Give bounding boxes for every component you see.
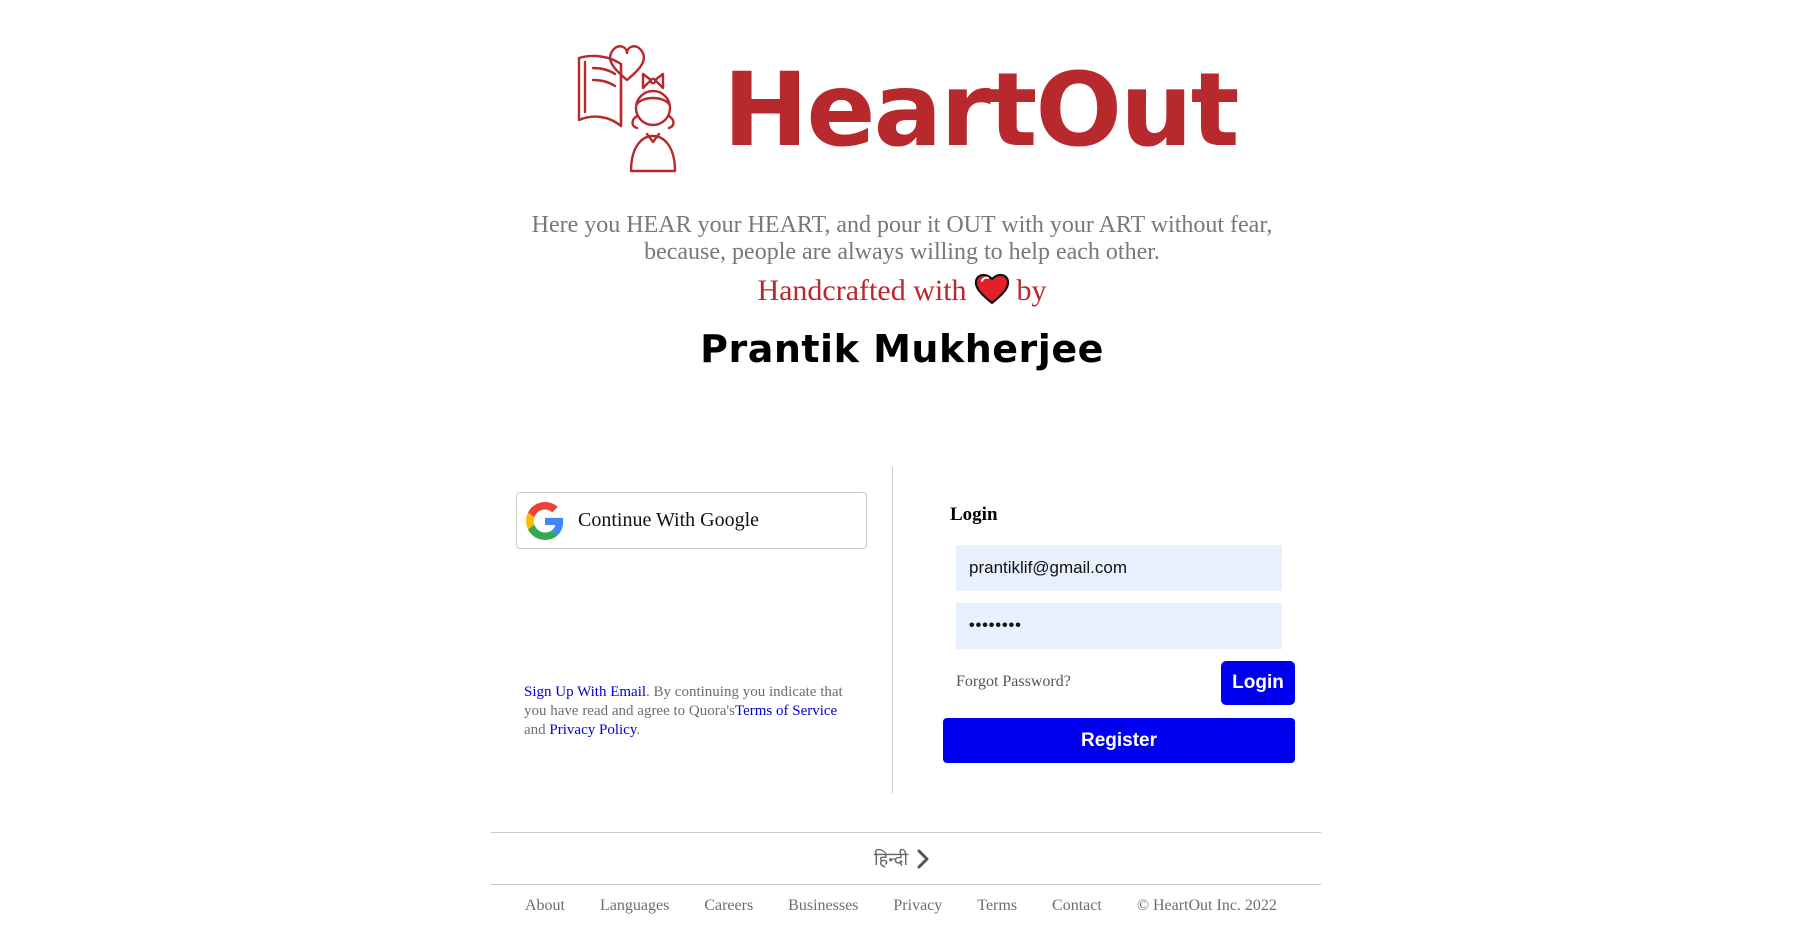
- column-divider: [892, 467, 893, 793]
- footer-link-contact[interactable]: Contact: [1052, 897, 1102, 915]
- footer-link-businesses[interactable]: Businesses: [788, 897, 858, 915]
- login-button[interactable]: Login: [1221, 661, 1295, 705]
- author-name: Prantik Mukherjee: [700, 327, 1104, 371]
- continue-with-google-button[interactable]: Continue With Google: [516, 492, 867, 549]
- forgot-password-link[interactable]: Forgot Password?: [956, 673, 1071, 691]
- signup-terms-note: Sign Up With Email. By continuing you in…: [524, 683, 854, 740]
- tagline: Here you HEAR your HEART, and pour it OU…: [500, 212, 1304, 266]
- footer-link-languages[interactable]: Languages: [600, 897, 669, 915]
- login-heading: Login: [950, 504, 998, 525]
- footer-link-terms[interactable]: Terms: [977, 897, 1017, 915]
- register-button[interactable]: Register: [943, 718, 1295, 763]
- google-button-label: Continue With Google: [578, 509, 760, 531]
- terms-of-service-link[interactable]: Terms of Service: [735, 703, 837, 719]
- tagline-line-2: because, people are always willing to he…: [644, 239, 1160, 265]
- footer-link-about[interactable]: About: [525, 897, 565, 915]
- brand-logo: HeartOut: [575, 38, 1255, 173]
- privacy-policy-link[interactable]: Privacy Policy: [549, 722, 636, 738]
- signup-with-email-link[interactable]: Sign Up With Email: [524, 684, 646, 700]
- brand-wordmark: HeartOut: [723, 51, 1240, 170]
- footer-divider-bottom: [491, 884, 1321, 885]
- footer-link-careers[interactable]: Careers: [704, 897, 753, 915]
- footer-links: About Languages Careers Businesses Priva…: [525, 897, 1277, 915]
- heart-icon: [974, 273, 1009, 305]
- handcrafted-suffix: by: [1016, 274, 1047, 307]
- footer-link-privacy[interactable]: Privacy: [893, 897, 942, 915]
- footer-divider-top: [491, 832, 1321, 833]
- password-field[interactable]: ••••••••: [956, 603, 1282, 649]
- google-icon: [526, 501, 564, 540]
- handcrafted-line: Handcrafted with by: [700, 272, 1104, 309]
- language-switch[interactable]: हिन्दी: [850, 845, 954, 873]
- terms-text-end: .: [636, 722, 641, 738]
- terms-text-and: and: [524, 722, 550, 738]
- tagline-line-1: Here you HEAR your HEART, and pour it OU…: [531, 212, 1273, 238]
- handcrafted-prefix: Handcrafted with: [757, 274, 967, 307]
- chevron-right-icon: [916, 849, 930, 869]
- footer-copyright: © HeartOut Inc. 2022: [1136, 897, 1277, 914]
- language-label: हिन्दी: [873, 849, 908, 870]
- heart-book-girl-icon: [577, 45, 677, 173]
- email-field[interactable]: prantiklif@gmail.com: [956, 545, 1282, 591]
